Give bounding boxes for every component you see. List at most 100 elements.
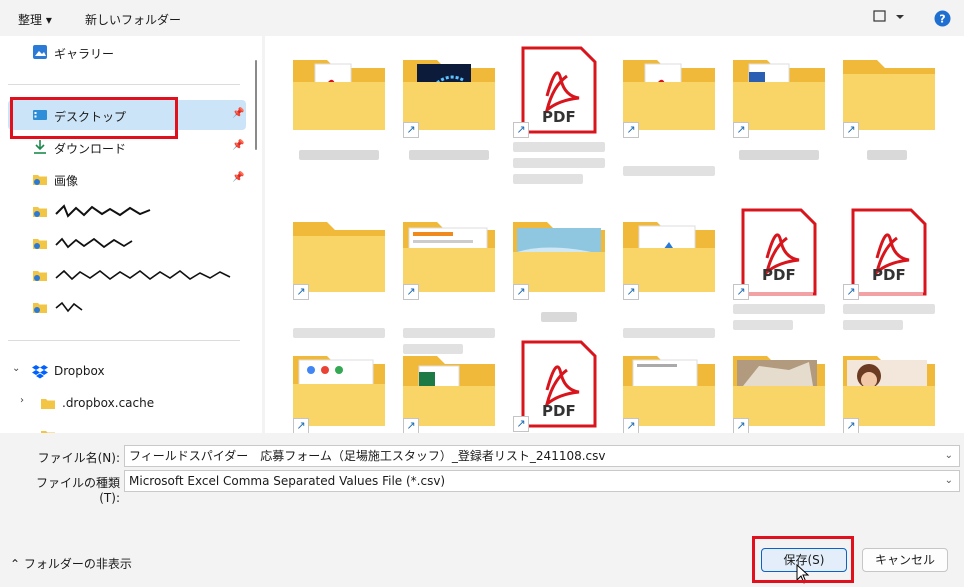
new-folder-button[interactable]: 新しいフォルダー [85, 11, 181, 28]
file-tile-folder[interactable]: ↗ [289, 212, 389, 342]
save-dialog-footer: ファイル名(N): フィールドスパイダー 応募フォーム（足場施工スタッフ）_登録… [0, 433, 964, 587]
filetype-select[interactable]: Microsoft Excel Comma Separated Values F… [124, 470, 960, 492]
mouse-cursor-icon [796, 564, 810, 584]
chevron-up-icon: ⌃ [10, 557, 21, 571]
sidebar-scrollbar[interactable] [255, 36, 257, 433]
filename-input[interactable]: フィールドスパイダー 応募フォーム（足場施工スタッフ）_登録者リスト_24110… [124, 445, 960, 467]
shortcut-arrow-icon: ↗ [513, 284, 529, 300]
download-icon [34, 140, 46, 154]
filetype-label: ファイルの種類(T): [35, 476, 120, 505]
folder-icon [293, 60, 385, 130]
file-tile-folder[interactable] [289, 50, 389, 180]
file-tile-folder[interactable]: ↗ [509, 212, 609, 342]
file-tile-pdf[interactable]: PDF ↗ [509, 340, 609, 433]
shortcut-arrow-icon: ↗ [403, 284, 419, 300]
file-name-redacted [513, 142, 605, 152]
sidebar-item-dropbox[interactable]: ⌄ Dropbox [8, 356, 246, 386]
sidebar-item-dropbox-cache[interactable]: › .dropbox.cache [8, 388, 246, 418]
file-tile-folder[interactable]: ↗ [729, 50, 829, 180]
folder-icon [33, 303, 47, 313]
gallery-icon [33, 45, 47, 59]
shortcut-arrow-icon: ↗ [513, 416, 529, 432]
sidebar-divider [8, 340, 240, 341]
file-tile-folder[interactable]: ↗ [399, 346, 499, 433]
shortcut-arrow-icon: ↗ [293, 284, 309, 300]
file-tile-folder[interactable]: ↗ [619, 346, 719, 433]
sidebar-item-downloads[interactable]: ダウンロード 📌 [8, 132, 246, 162]
hide-folders-label: フォルダーの非表示 [23, 557, 132, 571]
sidebar-item-folder[interactable] [8, 228, 246, 258]
file-name-redacted [623, 166, 715, 176]
handwritten-label-scribble [55, 269, 231, 281]
desktop-icon [33, 110, 47, 120]
file-name-redacted [733, 320, 793, 330]
dropbox-icon [32, 365, 48, 379]
handwritten-label-scribble [55, 237, 133, 249]
pin-icon: 📌 [232, 140, 245, 151]
sidebar-item-folder[interactable] [8, 196, 246, 226]
pdf-label: PDF [542, 108, 576, 126]
file-name-redacted [623, 328, 715, 338]
help-button[interactable]: ? [934, 10, 951, 30]
file-tile-folder[interactable]: ↗ [839, 346, 939, 433]
file-tile-folder[interactable]: ↗ [399, 50, 499, 180]
file-tile-pdf[interactable]: PDF ↗ [839, 208, 939, 338]
svg-text:?: ? [939, 13, 945, 26]
shortcut-arrow-icon: ↗ [733, 418, 749, 433]
sidebar-item-desktop[interactable]: デスクトップ 📌 [8, 100, 246, 130]
organize-button[interactable]: 整理 ▾ [18, 11, 52, 28]
sidebar-item-folder[interactable] [8, 260, 246, 290]
shortcut-arrow-icon: ↗ [513, 122, 529, 138]
file-name-redacted [513, 174, 583, 184]
pin-icon: 📌 [232, 108, 245, 119]
shortcut-arrow-icon: ↗ [623, 122, 639, 138]
layout-icon [873, 10, 904, 22]
file-name-redacted [293, 328, 385, 338]
file-name-redacted [733, 304, 825, 314]
file-name-redacted [843, 304, 935, 314]
file-name-redacted [403, 328, 495, 338]
hide-folders-toggle[interactable]: ⌃ フォルダーの非表示 [10, 555, 132, 572]
file-name-redacted [541, 312, 577, 322]
file-name-redacted [867, 150, 907, 160]
sidebar-item-gallery[interactable]: ギャラリー [8, 37, 246, 67]
file-tile-folder[interactable]: ↗ [399, 212, 499, 354]
folder-icon [41, 399, 55, 409]
chevron-down-icon[interactable]: ⌄ [945, 471, 953, 491]
sidebar-item-label: デスクトップ [54, 110, 127, 124]
sidebar-item-pictures[interactable]: 画像 📌 [8, 164, 246, 194]
file-tile-pdf[interactable]: PDF ↗ [729, 208, 829, 338]
pdf-label: PDF [762, 266, 796, 284]
file-tile-folder[interactable]: ↗ [289, 346, 389, 433]
shortcut-arrow-icon: ↗ [403, 418, 419, 433]
cancel-button[interactable]: キャンセル [862, 548, 948, 572]
file-tile-folder[interactable]: ↗ [729, 346, 829, 433]
sidebar-item-label: ダウンロード [54, 142, 127, 156]
folder-icon [33, 207, 47, 217]
sidebar-item-label: 画像 [54, 174, 79, 188]
chevron-down-icon[interactable]: ⌄ [945, 446, 953, 466]
file-name-redacted [409, 150, 489, 160]
shortcut-arrow-icon: ↗ [733, 122, 749, 138]
sidebar-item-folder[interactable] [8, 292, 246, 322]
file-tile-folder[interactable]: ↗ [619, 50, 719, 180]
file-tile-pdf[interactable]: PDF ↗ [509, 46, 609, 184]
filename-label: ファイル名(N): [37, 451, 120, 465]
file-tile-folder[interactable]: ↗ [839, 50, 939, 180]
shortcut-arrow-icon: ↗ [403, 122, 419, 138]
sidebar-item-folder[interactable] [8, 420, 246, 433]
help-icon: ? [934, 10, 951, 27]
toolbar: 整理 ▾ 新しいフォルダー ? [0, 0, 964, 36]
file-name-redacted [739, 150, 819, 160]
chevron-down-icon[interactable]: ⌄ [12, 363, 20, 374]
chevron-right-icon[interactable]: › [20, 395, 24, 406]
file-grid: ↗ PDF ↗ ↗ ↗ ↗ ↗ ↗ ↗ ↗ PDF ↗ PDF ↗ ↗ ↗ PD… [265, 36, 964, 433]
navigation-pane: ギャラリー デスクトップ 📌 ダウンロード 📌 画像 📌 ⌄ Dropbox ›… [0, 36, 262, 433]
file-name-redacted [513, 158, 605, 168]
shortcut-arrow-icon: ↗ [843, 122, 859, 138]
handwritten-label-scribble [55, 301, 83, 313]
view-options-button[interactable] [872, 9, 906, 28]
sidebar-item-label: ギャラリー [54, 47, 115, 61]
folder-icon [33, 239, 47, 249]
file-tile-folder[interactable]: ↗ [619, 212, 719, 342]
